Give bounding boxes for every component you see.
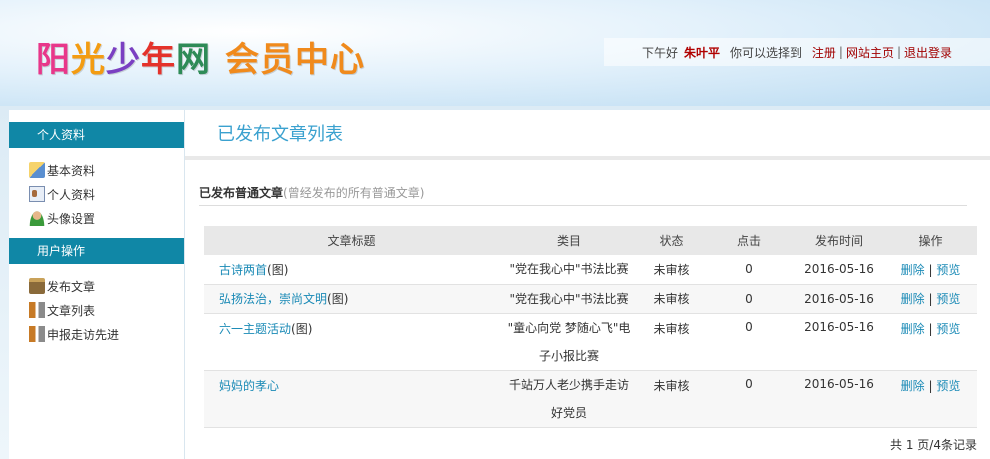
sidebar-list-profile: 基本资料 个人资料 头像设置 [9, 148, 184, 238]
cell-title: 妈妈的孝心 [204, 370, 499, 428]
sidebar-item-declare-visit[interactable]: 申报走访先进 [29, 322, 184, 346]
page-title: 已发布文章列表 [185, 110, 990, 160]
article-table: 文章标题 类目 状态 点击 发布时间 操作 古诗两首(图) "党在我心中"书法比… [204, 226, 977, 428]
table-header-row: 文章标题 类目 状态 点击 发布时间 操作 [204, 226, 977, 255]
cell-clicks: 0 [704, 255, 794, 285]
logo-char: 年 [141, 40, 176, 80]
table-row: 妈妈的孝心 千站万人老少携手走访好党员 未审核 0 2016-05-16 删除 … [204, 370, 977, 428]
article-title-link[interactable]: 弘扬法治，崇尚文明 [219, 292, 327, 306]
logo-char: 网 [176, 40, 211, 80]
cell-clicks: 0 [704, 313, 794, 371]
main-panel: 已发布文章列表 已发布普通文章(曾经发布的所有普通文章) 文章标题 类目 状态 … [185, 110, 990, 459]
column-header-status: 状态 [639, 226, 704, 255]
sidebar-item-label: 文章列表 [47, 303, 96, 318]
site-home-link[interactable]: 网站主页 [846, 44, 894, 61]
site-logo[interactable]: 阳 光 少 年 网 会员中心 [36, 32, 365, 80]
column-header-category: 类目 [499, 226, 639, 255]
user-bar: 下午好 朱叶平 你可以选择到 注册 | 网站主页 | 退出登录 [604, 38, 990, 66]
cell-status: 未审核 [639, 255, 704, 285]
sidebar-item-label: 个人资料 [47, 187, 96, 202]
cell-date: 2016-05-16 [794, 313, 884, 371]
cell-category: "童心向党 梦随心飞"电子小报比赛 [499, 313, 639, 371]
id-card-icon [29, 186, 45, 202]
divider [199, 205, 967, 206]
cell-title: 六一主题活动(图) [204, 313, 499, 371]
register-link[interactable]: 注册 [812, 44, 836, 61]
title-suffix: (图) [327, 292, 349, 306]
tools-icon [29, 302, 45, 318]
sidebar-item-basic-info[interactable]: 基本资料 [29, 158, 184, 182]
logo-member-center: 会员中心 [225, 40, 365, 80]
article-title-link[interactable]: 六一主题活动 [219, 322, 291, 336]
cell-actions: 删除 | 预览 [884, 284, 977, 314]
sidebar-item-label: 头像设置 [47, 211, 96, 226]
sidebar-item-label: 基本资料 [47, 163, 96, 178]
sidebar-item-article-list[interactable]: 文章列表 [29, 298, 184, 322]
cell-category: 千站万人老少携手走访好党员 [499, 370, 639, 428]
choose-text: 你可以选择到 [730, 45, 803, 60]
cell-category: "党在我心中"书法比赛 [499, 255, 639, 285]
edit-icon [29, 162, 45, 178]
cell-actions: 删除 | 预览 [884, 370, 977, 428]
sidebar-item-personal-info[interactable]: 个人资料 [29, 182, 184, 206]
cell-clicks: 0 [704, 370, 794, 428]
logout-link[interactable]: 退出登录 [904, 44, 952, 61]
section-note: (曾经发布的所有普通文章) [283, 186, 425, 200]
title-suffix: (图) [267, 262, 289, 277]
cell-date: 2016-05-16 [794, 255, 884, 285]
tools-icon [29, 326, 45, 342]
separator: | [896, 45, 901, 59]
column-header-date: 发布时间 [794, 226, 884, 255]
preview-link[interactable]: 预览 [936, 263, 960, 277]
cell-date: 2016-05-16 [794, 370, 884, 428]
pagination-info: 共 1 页/4条记录 [890, 438, 977, 452]
delete-link[interactable]: 删除 [901, 379, 925, 393]
preview-link[interactable]: 预览 [936, 292, 960, 306]
delete-link[interactable]: 删除 [901, 322, 925, 336]
column-header-title: 文章标题 [204, 226, 499, 255]
greeting: 下午好 [642, 45, 679, 60]
cell-title: 弘扬法治，崇尚文明(图) [204, 284, 499, 314]
username: 朱叶平 [684, 45, 721, 60]
logo-char: 光 [71, 40, 106, 80]
cell-actions: 删除 | 预览 [884, 255, 977, 285]
cell-actions: 删除 | 预览 [884, 313, 977, 371]
preview-link[interactable]: 预览 [936, 322, 960, 336]
article-title-link[interactable]: 古诗两首 [219, 263, 267, 277]
cell-title: 古诗两首(图) [204, 255, 499, 285]
sidebar-item-publish-article[interactable]: 发布文章 [29, 274, 184, 298]
sidebar-item-avatar[interactable]: 头像设置 [29, 206, 184, 230]
sidebar-item-label: 申报走访先进 [47, 327, 120, 342]
section-title: 已发布普通文章(曾经发布的所有普通文章) [199, 184, 424, 201]
logo-char: 阳 [36, 40, 71, 80]
cell-status: 未审核 [639, 370, 704, 428]
separator [805, 45, 809, 59]
sidebar-item-label: 发布文章 [47, 279, 96, 294]
cell-status: 未审核 [639, 284, 704, 314]
header: 阳 光 少 年 网 会员中心 下午好 朱叶平 你可以选择到 注册 | 网站主页 … [0, 0, 990, 106]
cell-status: 未审核 [639, 313, 704, 371]
sidebar-section-user-ops: 用户操作 [9, 238, 184, 264]
column-header-actions: 操作 [884, 226, 977, 255]
cell-category: "党在我心中"书法比赛 [499, 284, 639, 314]
user-icon [29, 210, 45, 226]
preview-link[interactable]: 预览 [936, 379, 960, 393]
cell-clicks: 0 [704, 284, 794, 314]
title-suffix: (图) [291, 321, 313, 336]
sidebar-section-profile: 个人资料 [9, 122, 184, 148]
sidebar-list-user-ops: 发布文章 文章列表 申报走访先进 [9, 264, 184, 354]
cell-date: 2016-05-16 [794, 284, 884, 314]
briefcase-icon [29, 278, 45, 294]
delete-link[interactable]: 删除 [901, 292, 925, 306]
table-row: 弘扬法治，崇尚文明(图) "党在我心中"书法比赛 未审核 0 2016-05-1… [204, 284, 977, 314]
section-label: 已发布普通文章 [199, 186, 284, 200]
sidebar: 个人资料 基本资料 个人资料 头像设置 用户操作 发布文章 文章列表 申报走访先… [9, 110, 185, 459]
table-row: 六一主题活动(图) "童心向党 梦随心飞"电子小报比赛 未审核 0 2016-0… [204, 313, 977, 371]
separator: | [838, 45, 843, 59]
logo-char: 少 [106, 40, 141, 80]
column-header-clicks: 点击 [704, 226, 794, 255]
table-row: 古诗两首(图) "党在我心中"书法比赛 未审核 0 2016-05-16 删除 … [204, 255, 977, 285]
delete-link[interactable]: 删除 [901, 263, 925, 277]
article-title-link[interactable]: 妈妈的孝心 [219, 379, 279, 393]
